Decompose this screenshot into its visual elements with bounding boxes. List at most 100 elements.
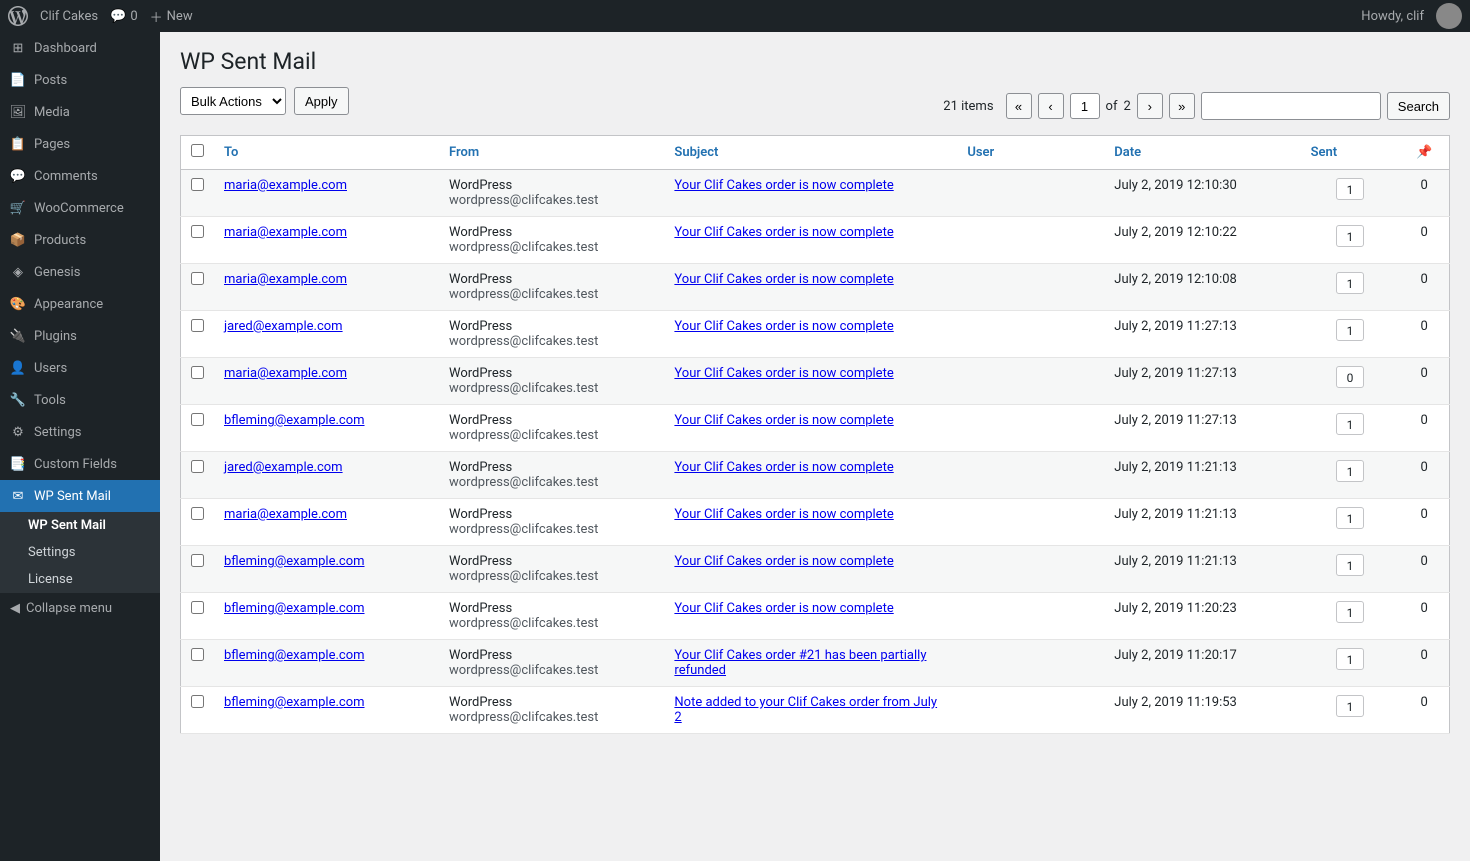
select-all-checkbox[interactable] <box>191 144 204 157</box>
to-link[interactable]: bfleming@example.com <box>224 695 365 710</box>
to-link[interactable]: maria@example.com <box>224 366 347 381</box>
row-user <box>957 311 1104 358</box>
subject-link[interactable]: Your Clif Cakes order is now complete <box>674 366 893 381</box>
subject-link[interactable]: Your Clif Cakes order is now complete <box>674 507 893 522</box>
submenu-item-settings[interactable]: Settings <box>0 539 160 566</box>
first-page-button[interactable]: « <box>1006 93 1032 119</box>
row-checkbox[interactable] <box>191 507 204 520</box>
next-page-button[interactable]: › <box>1137 93 1163 119</box>
col-subject-link[interactable]: Subject <box>674 145 718 160</box>
row-checkbox[interactable] <box>191 319 204 332</box>
collapse-menu-button[interactable]: ◀ Collapse menu <box>0 593 160 624</box>
subject-link[interactable]: Your Clif Cakes order is now complete <box>674 554 893 569</box>
row-checkbox[interactable] <box>191 601 204 614</box>
row-sent: 1 <box>1301 405 1400 452</box>
sidebar-item-appearance[interactable]: 🎨 Appearance <box>0 288 160 320</box>
row-user <box>957 170 1104 217</box>
sidebar-item-comments[interactable]: 💬 Comments <box>0 160 160 192</box>
to-link[interactable]: bfleming@example.com <box>224 554 365 569</box>
submenu-label: Settings <box>28 545 75 560</box>
subject-link[interactable]: Your Clif Cakes order #21 has been parti… <box>674 648 926 678</box>
sent-badge: 1 <box>1336 554 1364 576</box>
col-header-from[interactable]: From <box>439 136 664 170</box>
row-checkbox[interactable] <box>191 554 204 567</box>
col-from-link[interactable]: From <box>449 145 479 160</box>
submenu-item-wp-sent-mail[interactable]: WP Sent Mail <box>0 512 160 539</box>
row-checkbox[interactable] <box>191 366 204 379</box>
row-checkbox[interactable] <box>191 413 204 426</box>
to-link[interactable]: bfleming@example.com <box>224 648 365 663</box>
user-avatar[interactable] <box>1436 3 1462 29</box>
row-checkbox[interactable] <box>191 272 204 285</box>
sidebar-item-wp-sent-mail[interactable]: ✉ WP Sent Mail <box>0 480 160 512</box>
to-link[interactable]: maria@example.com <box>224 272 347 287</box>
to-link[interactable]: maria@example.com <box>224 178 347 193</box>
table-row: maria@example.com WordPress wordpress@cl… <box>181 499 1450 546</box>
search-button[interactable]: Search <box>1387 92 1450 120</box>
wp-logo[interactable] <box>8 6 28 26</box>
sidebar-item-settings[interactable]: ⚙ Settings <box>0 416 160 448</box>
col-to-link[interactable]: To <box>224 145 238 160</box>
last-page-button[interactable]: » <box>1169 93 1195 119</box>
col-user-link[interactable]: User <box>967 145 994 160</box>
subject-link[interactable]: Your Clif Cakes order is now complete <box>674 413 893 428</box>
row-checkbox[interactable] <box>191 225 204 238</box>
table-body: maria@example.com WordPress wordpress@cl… <box>181 170 1450 734</box>
row-to: jared@example.com <box>214 311 439 358</box>
genesis-icon: ◈ <box>10 264 26 280</box>
col-header-date[interactable]: Date <box>1104 136 1300 170</box>
col-header-to[interactable]: To <box>214 136 439 170</box>
sidebar-item-custom-fields[interactable]: 📑 Custom Fields <box>0 448 160 480</box>
row-checkbox[interactable] <box>191 695 204 708</box>
subject-link[interactable]: Your Clif Cakes order is now complete <box>674 460 893 475</box>
total-pages: 2 <box>1123 99 1130 114</box>
col-header-user[interactable]: User <box>957 136 1104 170</box>
row-checkbox[interactable] <box>191 648 204 661</box>
row-pin-count: 0 <box>1399 640 1449 687</box>
sent-badge: 1 <box>1336 648 1364 670</box>
from-email: wordpress@clifcakes.test <box>449 569 654 584</box>
subject-link[interactable]: Your Clif Cakes order is now complete <box>674 225 893 240</box>
sidebar-item-media[interactable]: 🖼 Media <box>0 96 160 128</box>
subject-link[interactable]: Your Clif Cakes order is now complete <box>674 272 893 287</box>
new-content[interactable]: ＋ New <box>150 7 193 26</box>
prev-page-button[interactable]: ‹ <box>1038 93 1064 119</box>
site-name[interactable]: Clif Cakes <box>40 9 98 24</box>
row-checkbox[interactable] <box>191 178 204 191</box>
search-input[interactable] <box>1201 92 1381 120</box>
to-link[interactable]: maria@example.com <box>224 507 347 522</box>
sidebar-item-woocommerce[interactable]: 🛒 WooCommerce <box>0 192 160 224</box>
apply-button[interactable]: Apply <box>294 87 349 115</box>
sidebar-item-plugins[interactable]: 🔌 Plugins <box>0 320 160 352</box>
to-link[interactable]: jared@example.com <box>224 460 343 475</box>
subject-link[interactable]: Your Clif Cakes order is now complete <box>674 178 893 193</box>
row-from: WordPress wordpress@clifcakes.test <box>439 311 664 358</box>
sidebar-item-genesis[interactable]: ◈ Genesis <box>0 256 160 288</box>
col-sent-link[interactable]: Sent <box>1311 145 1338 160</box>
sidebar-item-users[interactable]: 👤 Users <box>0 352 160 384</box>
from-name: WordPress <box>449 648 654 663</box>
submenu-item-license[interactable]: License <box>0 566 160 593</box>
from-email: wordpress@clifcakes.test <box>449 334 654 349</box>
col-header-subject[interactable]: Subject <box>664 136 957 170</box>
bulk-actions-select[interactable]: Bulk Actions <box>180 87 286 115</box>
subject-link[interactable]: Your Clif Cakes order is now complete <box>674 319 893 334</box>
sidebar-item-tools[interactable]: 🔧 Tools <box>0 384 160 416</box>
row-sent: 1 <box>1301 499 1400 546</box>
subject-link[interactable]: Note added to your Clif Cakes order from… <box>674 695 937 725</box>
row-checkbox[interactable] <box>191 460 204 473</box>
sidebar-item-posts[interactable]: 📄 Posts <box>0 64 160 96</box>
to-link[interactable]: bfleming@example.com <box>224 413 365 428</box>
col-date-link[interactable]: Date <box>1114 145 1141 160</box>
comments-link[interactable]: 💬 0 <box>110 9 138 24</box>
to-link[interactable]: maria@example.com <box>224 225 347 240</box>
subject-link[interactable]: Your Clif Cakes order is now complete <box>674 601 893 616</box>
col-header-sent[interactable]: Sent <box>1301 136 1400 170</box>
current-page-input[interactable] <box>1070 93 1100 119</box>
sidebar-item-pages[interactable]: 📋 Pages <box>0 128 160 160</box>
sidebar-item-products[interactable]: 📦 Products <box>0 224 160 256</box>
to-link[interactable]: jared@example.com <box>224 319 343 334</box>
to-link[interactable]: bfleming@example.com <box>224 601 365 616</box>
sidebar-item-dashboard[interactable]: ⊞ Dashboard <box>0 32 160 64</box>
row-pin-count: 0 <box>1399 264 1449 311</box>
